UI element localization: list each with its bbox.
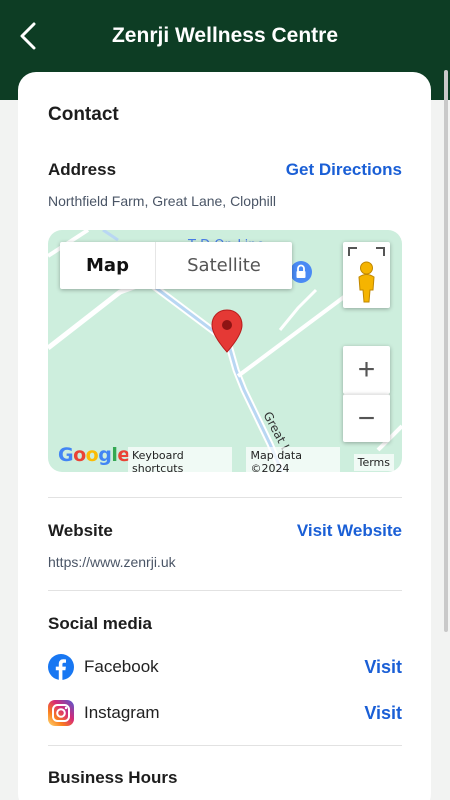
facebook-label: Facebook bbox=[84, 657, 159, 676]
terms-link[interactable]: Terms bbox=[353, 453, 394, 471]
social-row-facebook: Facebook Visit bbox=[48, 653, 402, 681]
website-label: Website bbox=[48, 521, 113, 540]
zoom-out-button[interactable]: − bbox=[343, 394, 390, 442]
divider bbox=[48, 497, 402, 498]
contact-title: Contact bbox=[48, 104, 119, 125]
visit-website-link[interactable]: Visit Website bbox=[297, 521, 402, 541]
map-footer: Keyboard shortcuts Map data ©2024 Terms bbox=[128, 447, 402, 472]
map-view[interactable]: T D On-Line Great L Map Satellite + − bbox=[48, 230, 402, 472]
location-pin-icon bbox=[211, 309, 243, 353]
instagram-icon bbox=[48, 700, 74, 726]
scrollbar[interactable] bbox=[444, 70, 448, 632]
google-logo: Google bbox=[58, 444, 130, 466]
street-view-button[interactable] bbox=[343, 242, 390, 308]
address-label: Address bbox=[48, 160, 117, 179]
contact-card: Contact Address Get Directions Northfiel… bbox=[18, 72, 431, 800]
instagram-visit-link[interactable]: Visit bbox=[364, 703, 402, 724]
keyboard-shortcuts-link[interactable]: Keyboard shortcuts bbox=[128, 447, 233, 472]
instagram-label: Instagram bbox=[84, 703, 160, 722]
social-row-instagram: Instagram Visit bbox=[48, 699, 402, 727]
divider bbox=[48, 590, 402, 591]
address-value: Northfield Farm, Great Lane, Clophill bbox=[48, 193, 276, 209]
facebook-icon bbox=[48, 654, 74, 680]
map-type-toggle: Map Satellite bbox=[60, 242, 292, 289]
social-media-label: Social media bbox=[48, 614, 152, 633]
website-url: https://www.zenrji.uk bbox=[48, 554, 176, 570]
facebook-visit-link[interactable]: Visit bbox=[364, 657, 402, 678]
divider bbox=[48, 745, 402, 746]
map-tab-satellite[interactable]: Satellite bbox=[156, 242, 292, 289]
get-directions-link[interactable]: Get Directions bbox=[286, 160, 402, 180]
map-tab-map[interactable]: Map bbox=[60, 242, 156, 289]
pegman-icon bbox=[348, 247, 385, 303]
lock-icon bbox=[290, 261, 312, 283]
zoom-in-button[interactable]: + bbox=[343, 346, 390, 394]
map-attribution: Map data ©2024 bbox=[246, 447, 340, 472]
business-hours-label: Business Hours bbox=[48, 768, 178, 787]
page-title: Zenrji Wellness Centre bbox=[111, 24, 339, 47]
